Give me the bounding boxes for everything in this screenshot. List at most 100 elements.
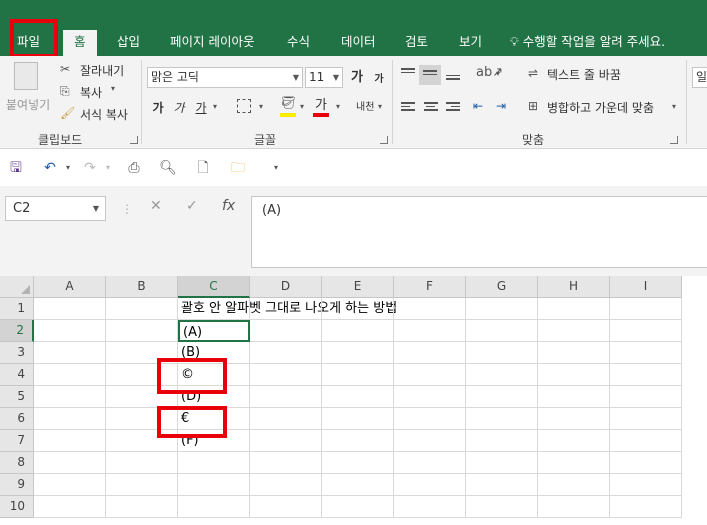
cell-f5[interactable]	[394, 386, 466, 408]
cell-i10[interactable]	[610, 496, 682, 518]
cell-e7[interactable]	[322, 430, 394, 452]
confirm-entry-icon[interactable]: ✓	[186, 198, 198, 214]
cell-e5[interactable]	[322, 386, 394, 408]
cell-e4[interactable]	[322, 364, 394, 386]
clipboard-launcher-icon[interactable]	[130, 136, 138, 144]
column-header-i[interactable]: I	[610, 276, 682, 298]
cell-f3[interactable]	[394, 342, 466, 364]
cell-e8[interactable]	[322, 452, 394, 474]
align-right-icon[interactable]	[446, 102, 460, 114]
underline-dropdown-icon[interactable]: ▾	[213, 102, 217, 111]
format-painter-button[interactable]: 서식 복사	[80, 106, 128, 123]
cell-i5[interactable]	[610, 386, 682, 408]
cancel-entry-icon[interactable]: ✕	[150, 198, 162, 214]
fill-dropdown-icon[interactable]: ▾	[300, 102, 304, 111]
cell-e10[interactable]	[322, 496, 394, 518]
cell-f10[interactable]	[394, 496, 466, 518]
cell-g5[interactable]	[466, 386, 538, 408]
cell-f8[interactable]	[394, 452, 466, 474]
tab-insert[interactable]: 삽입	[117, 30, 140, 56]
row-header-10[interactable]: 10	[0, 496, 34, 518]
cell-e9[interactable]	[322, 474, 394, 496]
cell-b9[interactable]	[106, 474, 178, 496]
column-header-c[interactable]: C	[178, 276, 250, 298]
cell-d3[interactable]	[250, 342, 322, 364]
row-header-7[interactable]: 7	[0, 430, 34, 452]
row-header-1[interactable]: 1	[0, 298, 34, 320]
border-dropdown-icon[interactable]: ▾	[259, 102, 263, 111]
cell-i1[interactable]	[610, 298, 682, 320]
tab-view[interactable]: 보기	[459, 30, 482, 56]
cell-g6[interactable]	[466, 408, 538, 430]
cell-h6[interactable]	[538, 408, 610, 430]
row-header-3[interactable]: 3	[0, 342, 34, 364]
customize-qat-icon[interactable]: ▾	[266, 158, 286, 178]
cut-button[interactable]: 잘라내기	[80, 62, 124, 79]
cell-f2[interactable]	[394, 320, 466, 342]
border-icon[interactable]	[237, 99, 251, 113]
row-header-6[interactable]: 6	[0, 408, 34, 430]
cell-d7[interactable]	[250, 430, 322, 452]
cell-f7[interactable]	[394, 430, 466, 452]
cell-i3[interactable]	[610, 342, 682, 364]
align-bottom-icon[interactable]	[446, 71, 460, 83]
cell-c1[interactable]: 괄호 안 알파벳 그대로 나오게 하는 방법	[178, 298, 397, 320]
cell-h10[interactable]	[538, 496, 610, 518]
cell-d10[interactable]	[250, 496, 322, 518]
cell-b1[interactable]	[106, 298, 178, 320]
paste-button[interactable]: 붙여넣기	[6, 96, 50, 113]
undo-dropdown-icon[interactable]: ▾	[58, 158, 78, 178]
cell-i7[interactable]	[610, 430, 682, 452]
cell-g9[interactable]	[466, 474, 538, 496]
bold-button[interactable]: 가	[147, 98, 169, 118]
cell-h7[interactable]	[538, 430, 610, 452]
column-header-b[interactable]: B	[106, 276, 178, 298]
cell-h1[interactable]	[538, 298, 610, 320]
decrease-indent-icon[interactable]: ⇤	[473, 99, 483, 113]
column-header-e[interactable]: E	[322, 276, 394, 298]
row-header-8[interactable]: 8	[0, 452, 34, 474]
fill-color-icon[interactable]: 🪣︎	[280, 96, 297, 111]
grow-font-button[interactable]: 가	[346, 68, 368, 88]
cell-g8[interactable]	[466, 452, 538, 474]
italic-button[interactable]: 가	[168, 98, 190, 118]
row-header-9[interactable]: 9	[0, 474, 34, 496]
quick-print-icon[interactable]: ⎙	[124, 158, 144, 178]
cell-a9[interactable]	[34, 474, 106, 496]
open-folder-icon[interactable]: 🗀︎	[228, 158, 248, 178]
cell-a3[interactable]	[34, 342, 106, 364]
cell-h9[interactable]	[538, 474, 610, 496]
tab-home[interactable]: 홈	[63, 30, 97, 56]
cell-h4[interactable]	[538, 364, 610, 386]
phonetic-dropdown-icon[interactable]: ▾	[378, 102, 382, 111]
formula-input[interactable]: (A)	[251, 196, 707, 268]
cell-d2[interactable]	[250, 320, 322, 342]
underline-button[interactable]: 가	[190, 98, 212, 118]
cell-g10[interactable]	[466, 496, 538, 518]
tab-data[interactable]: 데이터	[341, 30, 376, 56]
cell-d9[interactable]	[250, 474, 322, 496]
redo-icon[interactable]: ↷	[80, 158, 100, 178]
cell-a7[interactable]	[34, 430, 106, 452]
alignment-launcher-icon[interactable]	[670, 136, 678, 144]
row-header-5[interactable]: 5	[0, 386, 34, 408]
cell-e6[interactable]	[322, 408, 394, 430]
insert-function-icon[interactable]: fx	[222, 198, 235, 214]
cell-a10[interactable]	[34, 496, 106, 518]
cell-g3[interactable]	[466, 342, 538, 364]
cell-d4[interactable]	[250, 364, 322, 386]
tab-formulas[interactable]: 수식	[287, 30, 310, 56]
align-middle-button[interactable]	[419, 65, 441, 85]
cell-g7[interactable]	[466, 430, 538, 452]
cell-g4[interactable]	[466, 364, 538, 386]
cell-h3[interactable]	[538, 342, 610, 364]
align-left-icon[interactable]	[401, 102, 415, 114]
row-header-4[interactable]: 4	[0, 364, 34, 386]
cell-a2[interactable]	[34, 320, 106, 342]
number-format-select[interactable]: 일	[692, 67, 707, 88]
row-header-2[interactable]: 2	[0, 320, 34, 342]
phonetic-button[interactable]: 내천	[356, 98, 374, 113]
copy-button[interactable]: 복사	[80, 84, 102, 101]
redo-dropdown-icon[interactable]: ▾	[98, 158, 118, 178]
tab-page-layout[interactable]: 페이지 레이아웃	[170, 30, 254, 56]
